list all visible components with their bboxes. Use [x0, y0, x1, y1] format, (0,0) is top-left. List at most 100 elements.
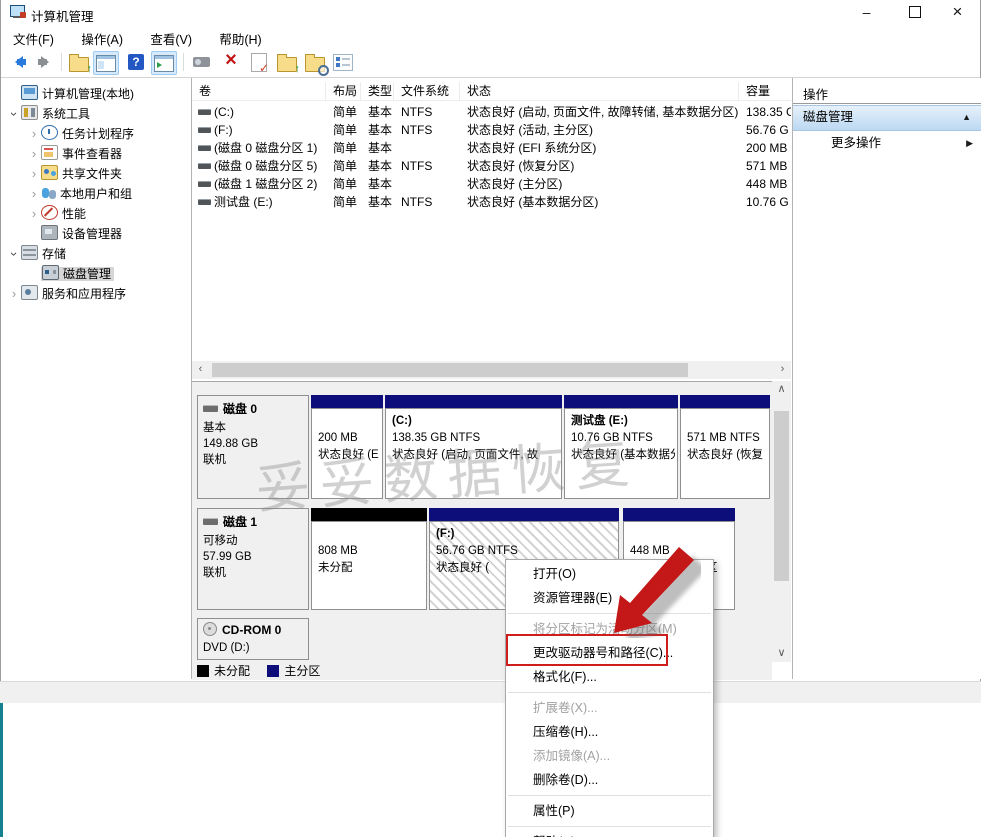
forward-icon[interactable] [33, 51, 57, 73]
sidebar-item-computer-management[interactable]: 计算机管理(本地) [1, 84, 191, 104]
disk0-label[interactable]: 磁盘 0 基本 149.88 GB 联机 [197, 395, 309, 499]
partition-unallocated[interactable]: 808 MB 未分配 [311, 508, 427, 610]
menu-help[interactable]: 帮助(H) [207, 26, 273, 48]
menu-item-properties[interactable]: 属性(P) [506, 799, 713, 823]
system-tools-icon [21, 105, 38, 120]
col-filesystem[interactable]: 文件系统 [394, 82, 460, 100]
back-icon[interactable] [7, 51, 31, 73]
device-icon[interactable] [191, 51, 215, 73]
legend: 未分配 主分区 [197, 663, 320, 679]
window-title: 计算机管理 [31, 10, 94, 24]
table-row[interactable]: (F:) 简单 基本 NTFS 状态良好 (活动, 主分区) 56.76 G [192, 121, 791, 139]
delete-icon[interactable]: × [219, 49, 243, 73]
col-status[interactable]: 状态 [460, 82, 739, 100]
shared-folders-icon [41, 165, 58, 180]
primary-partition-bar [623, 508, 735, 521]
col-type[interactable]: 类型 [361, 82, 394, 100]
sidebar-item-shared-folders[interactable]: › 共享文件夹 [1, 164, 191, 184]
sidebar-item-system-tools[interactable]: › 系统工具 [1, 104, 191, 124]
sidebar-item-services-applications[interactable]: › 服务和应用程序 [1, 284, 191, 304]
expander-collapsed-icon[interactable]: › [7, 284, 21, 304]
partition-recovery[interactable]: 571 MB NTFS 状态良好 (恢复 [680, 395, 770, 499]
storage-icon [21, 245, 38, 260]
col-layout[interactable]: 布局 [326, 82, 361, 100]
more-actions-item[interactable]: 更多操作 ▶ [793, 130, 981, 156]
sidebar-item-device-manager[interactable]: 设备管理器 [1, 224, 191, 244]
device-manager-icon [41, 225, 58, 240]
sidebar-item-event-viewer[interactable]: › 事件查看器 [1, 144, 191, 164]
close-button[interactable]: × [935, 0, 980, 26]
expander-collapsed-icon[interactable]: › [27, 124, 41, 144]
sidebar-item-local-users-groups[interactable]: › 本地用户和组 [1, 184, 191, 204]
menu-item-extend-volume: 扩展卷(X)... [533, 701, 598, 715]
cdrom-icon [203, 622, 217, 636]
horizontal-scrollbar[interactable]: ‹ › [192, 361, 791, 379]
properties-doc-icon[interactable]: ✓ [247, 51, 271, 75]
expander-collapsed-icon[interactable]: › [27, 144, 41, 164]
services-icon [21, 285, 38, 300]
primary-partition-bar [429, 508, 619, 521]
vertical-scrollbar[interactable]: ∧ ∨ [772, 381, 791, 662]
table-row[interactable]: (磁盘 1 磁盘分区 2) 简单 基本 状态良好 (主分区) 448 MB [192, 175, 791, 193]
title-bar: 计算机管理 – × [1, 0, 980, 26]
menu-action[interactable]: 操作(A) [69, 26, 135, 48]
sidebar-item-storage[interactable]: › 存储 [1, 244, 191, 264]
context-menu: 打开(O) 资源管理器(E) 将分区标记为活动分区(M) 更改驱动器号和路径(C… [505, 559, 714, 837]
scroll-right-icon[interactable]: › [774, 361, 791, 379]
status-bar [0, 681, 981, 703]
expander-collapsed-icon[interactable]: › [27, 164, 41, 184]
table-row[interactable]: (C:) 简单 基本 NTFS 状态良好 (启动, 页面文件, 故障转储, 基本… [192, 103, 791, 121]
search-folder-icon[interactable] [303, 51, 329, 76]
open-folder-icon[interactable]: ↑ [67, 51, 92, 75]
task-scheduler-icon [41, 125, 58, 140]
maximize-button[interactable] [892, 0, 937, 26]
table-row[interactable]: (磁盘 0 磁盘分区 1) 简单 基本 状态良好 (EFI 系统分区) 200 … [192, 139, 791, 157]
upload-folder-icon[interactable]: ↑ [275, 51, 300, 75]
actions-header: 操作 [803, 88, 829, 102]
minimize-button[interactable]: – [844, 0, 889, 26]
disk1-label[interactable]: 磁盘 1 可移动 57.99 GB 联机 [197, 508, 309, 610]
computer-icon [21, 85, 38, 100]
expander-collapsed-icon[interactable]: › [27, 184, 41, 204]
col-capacity[interactable]: 容量 [739, 82, 791, 100]
menu-separator [508, 795, 711, 796]
table-row[interactable]: (磁盘 0 磁盘分区 5) 简单 基本 NTFS 状态良好 (恢复分区) 571… [192, 157, 791, 175]
menu-item-delete-volume[interactable]: 删除卷(D)... [506, 768, 713, 792]
table-row[interactable]: 测试盘 (E:) 简单 基本 NTFS 状态良好 (基本数据分区) 10.76 … [192, 193, 791, 211]
menu-file[interactable]: 文件(F) [1, 26, 66, 48]
menu-bar: 文件(F) 操作(A) 查看(V) 帮助(H) [1, 26, 980, 48]
scroll-down-icon[interactable]: ∨ [772, 645, 791, 662]
checklist-icon[interactable] [331, 51, 355, 73]
scrollbar-thumb[interactable] [212, 363, 688, 377]
help-icon[interactable]: ? [125, 51, 149, 73]
menu-item-format[interactable]: 格式化(F)... [506, 665, 713, 689]
teal-edge-mark [0, 703, 3, 837]
collapse-icon[interactable]: ▲ [962, 106, 971, 129]
partition-efi[interactable]: 200 MB 状态良好 (E [311, 395, 383, 499]
sidebar-item-task-scheduler[interactable]: › 任务计划程序 [1, 124, 191, 144]
event-viewer-icon [41, 145, 58, 160]
menu-separator [508, 692, 711, 693]
sidebar-item-performance[interactable]: › 性能 [1, 204, 191, 224]
console-tree-icon[interactable] [93, 51, 119, 75]
menu-item-help[interactable]: 帮助(H) [506, 830, 713, 837]
cdrom-label[interactable]: CD-ROM 0 DVD (D:) [197, 618, 309, 660]
show-action-pane-icon[interactable] [151, 51, 177, 75]
menu-view[interactable]: 查看(V) [138, 26, 204, 48]
flyout-icon[interactable]: ▶ [966, 130, 973, 156]
scroll-left-icon[interactable]: ‹ [192, 361, 209, 379]
expander-collapsed-icon[interactable]: › [27, 204, 41, 224]
col-volume[interactable]: 卷 [192, 82, 326, 100]
volume-list: 卷 布局 类型 文件系统 状态 容量 (C:) 简单 基本 NTFS 状态良好 … [192, 78, 791, 360]
partition-c[interactable]: (C:) 138.35 GB NTFS 状态良好 (启动, 页面文件, 故 [385, 395, 562, 499]
scrollbar-thumb[interactable] [774, 411, 789, 581]
menu-separator [508, 613, 711, 614]
partition-e[interactable]: 测试盘 (E:) 10.76 GB NTFS 状态良好 (基本数据分 [564, 395, 678, 499]
sidebar-item-disk-management[interactable]: 磁盘管理 [1, 264, 191, 284]
scroll-up-icon[interactable]: ∧ [772, 381, 791, 398]
menu-item-shrink-volume[interactable]: 压缩卷(H)... [506, 720, 713, 744]
actions-group-disk-management[interactable]: 磁盘管理 ▲ [793, 105, 981, 131]
menu-item-explorer[interactable]: 资源管理器(E) [506, 586, 713, 610]
menu-item-open[interactable]: 打开(O) [506, 562, 713, 586]
performance-icon [41, 205, 58, 220]
